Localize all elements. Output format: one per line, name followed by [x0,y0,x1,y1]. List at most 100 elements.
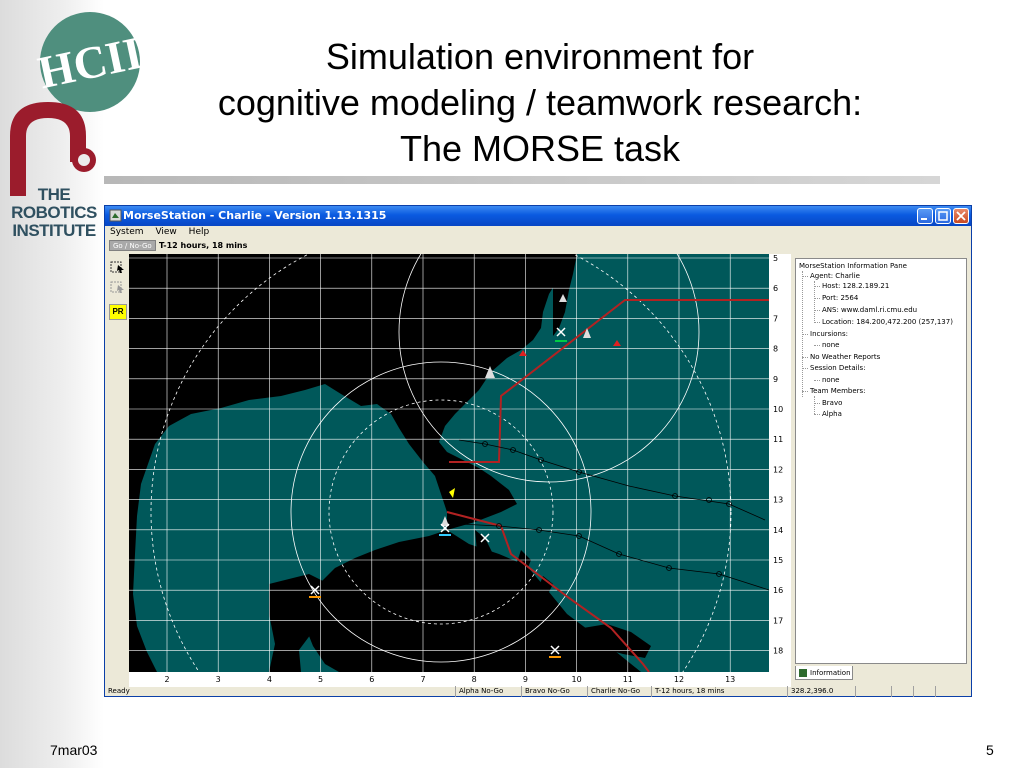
y-tick-label: 15 [773,556,783,565]
y-tick-label: 14 [773,526,783,535]
status-time: T-12 hours, 18 mins [651,686,724,697]
x-axis-labels: 2 3 4 5 6 7 8 9 10 11 12 13 [164,675,735,684]
status-alpha: Alpha No-Go [455,686,503,697]
info-agent[interactable]: Agent: Charlie [810,271,860,281]
status-cell [891,686,895,697]
x-tick-label: 8 [472,675,477,684]
y-tick-label: 16 [773,586,783,595]
x-tick-label: 5 [318,675,323,684]
window-title: MorseStation - Charlie - Version 1.13.13… [123,209,387,222]
menu-system[interactable]: System [110,226,144,239]
y-tick-label: 6 [773,284,778,293]
footer-page-number: 5 [986,742,994,758]
tree-line [814,322,820,323]
tree-line [814,281,815,323]
y-tick-label: 18 [773,647,783,656]
info-incursions-value: none [822,341,840,349]
x-tick-label: 10 [572,675,582,684]
status-cell [935,686,939,697]
tab-information-label: Information [810,669,851,677]
footer-date: 7mar03 [50,742,98,758]
y-tick-label: 11 [773,435,783,444]
select-tool-icon[interactable] [109,258,127,276]
info-team-member: Alpha [822,410,842,418]
status-bravo: Bravo No-Go [521,686,570,697]
tree-line [802,276,808,277]
info-session-value: none [822,376,840,384]
tree-line [802,368,808,369]
tree-line [814,345,820,346]
y-tick-label: 7 [773,314,778,323]
x-tick-label: 9 [523,675,528,684]
status-coords: 328.2,396.0 [787,686,833,697]
y-tick-label: 12 [773,465,783,474]
tree-line [802,357,808,358]
x-tick-label: 13 [725,675,735,684]
y-tick-label: 13 [773,496,783,505]
info-weather[interactable]: No Weather Reports [810,352,880,362]
y-tick-label: 5 [773,254,778,263]
info-team-member: Bravo [822,399,843,407]
tree-line [802,391,808,392]
minimize-button[interactable] [917,208,933,224]
minimize-icon [921,218,927,220]
x-tick-label: 11 [623,675,633,684]
info-incursions[interactable]: Incursions: [810,329,848,339]
tree-line [814,286,820,287]
slide-title-line-2: cognitive modeling / teamwork research: [217,82,863,123]
map-canvas[interactable]: 2 3 4 5 6 7 8 9 10 11 12 13 5 6 7 8 9 10 11 12 13 14 15 16 17 18 [129,254,791,687]
slide-title-line-3: The MORSE task [399,128,681,169]
tree-line [814,414,820,415]
tab-information[interactable]: Information [795,666,853,680]
info-pane-header: MorseStation Information Pane [799,262,907,270]
tree-line [814,310,820,311]
map-toolstrip: PR [107,254,129,684]
maximize-icon [938,211,948,221]
status-charlie: Charlie No-Go [587,686,640,697]
tree-line [814,403,820,404]
y-tick-label: 10 [773,405,783,414]
info-session[interactable]: Session Details: [810,363,866,373]
ri-logo-line-1: THE [37,185,71,204]
ri-logo-line-2: ROBOTICS [11,203,97,222]
info-host: Host: 128.2.189.21 [822,282,890,290]
target-underline [439,534,451,536]
target-underline [555,340,567,342]
close-button[interactable] [953,208,969,224]
info-location: Location: 184.200,472.200 (257,137) [822,318,953,326]
go-nogo-button[interactable]: Go / No-Go [109,240,156,251]
target-underline [309,596,321,598]
mission-countdown: T-12 hours, 18 mins [159,241,248,250]
menu-help[interactable]: Help [189,226,210,239]
zoom-tool-icon[interactable] [109,278,127,296]
mission-status-row: Go / No-Go T-12 hours, 18 mins [105,239,971,252]
ri-logo-line-3: INSTITUTE [12,221,96,240]
info-port: Port: 2564 [822,294,859,302]
tree-line [814,380,820,381]
window-titlebar[interactable]: MorseStation - Charlie - Version 1.13.13… [105,206,971,226]
y-axis-labels: 5 6 7 8 9 10 11 12 13 14 15 16 17 18 [773,254,783,656]
information-tab-icon [799,669,807,677]
menu-bar: System View Help [105,226,971,239]
menu-view[interactable]: View [155,226,176,239]
slide-title-line-1: Simulation environment for [325,36,755,77]
morsestation-window: MorseStation - Charlie - Version 1.13.13… [104,205,972,697]
app-icon [109,209,122,222]
x-tick-label: 2 [164,675,169,684]
info-ans: ANS: www.daml.ri.cmu.edu [822,306,918,314]
x-tick-label: 3 [216,675,221,684]
x-tick-label: 4 [267,675,272,684]
info-team[interactable]: Team Members: [810,386,866,396]
y-tick-label: 17 [773,616,783,625]
pr-tool-button[interactable]: PR [109,304,127,320]
information-pane: MorseStation Information Pane Agent: Cha… [795,258,967,664]
status-bar: Ready Alpha No-Go Bravo No-Go Charlie No… [105,686,971,697]
status-cell [913,686,917,697]
tree-line [814,298,820,299]
target-underline [549,656,561,658]
x-tick-label: 7 [420,675,425,684]
maximize-button[interactable] [935,208,951,224]
map-view[interactable]: 2 3 4 5 6 7 8 9 10 11 12 13 5 6 7 8 9 10 11 12 13 14 15 16 17 18 [129,254,791,687]
status-cell [855,686,859,697]
status-ready: Ready [108,687,130,695]
